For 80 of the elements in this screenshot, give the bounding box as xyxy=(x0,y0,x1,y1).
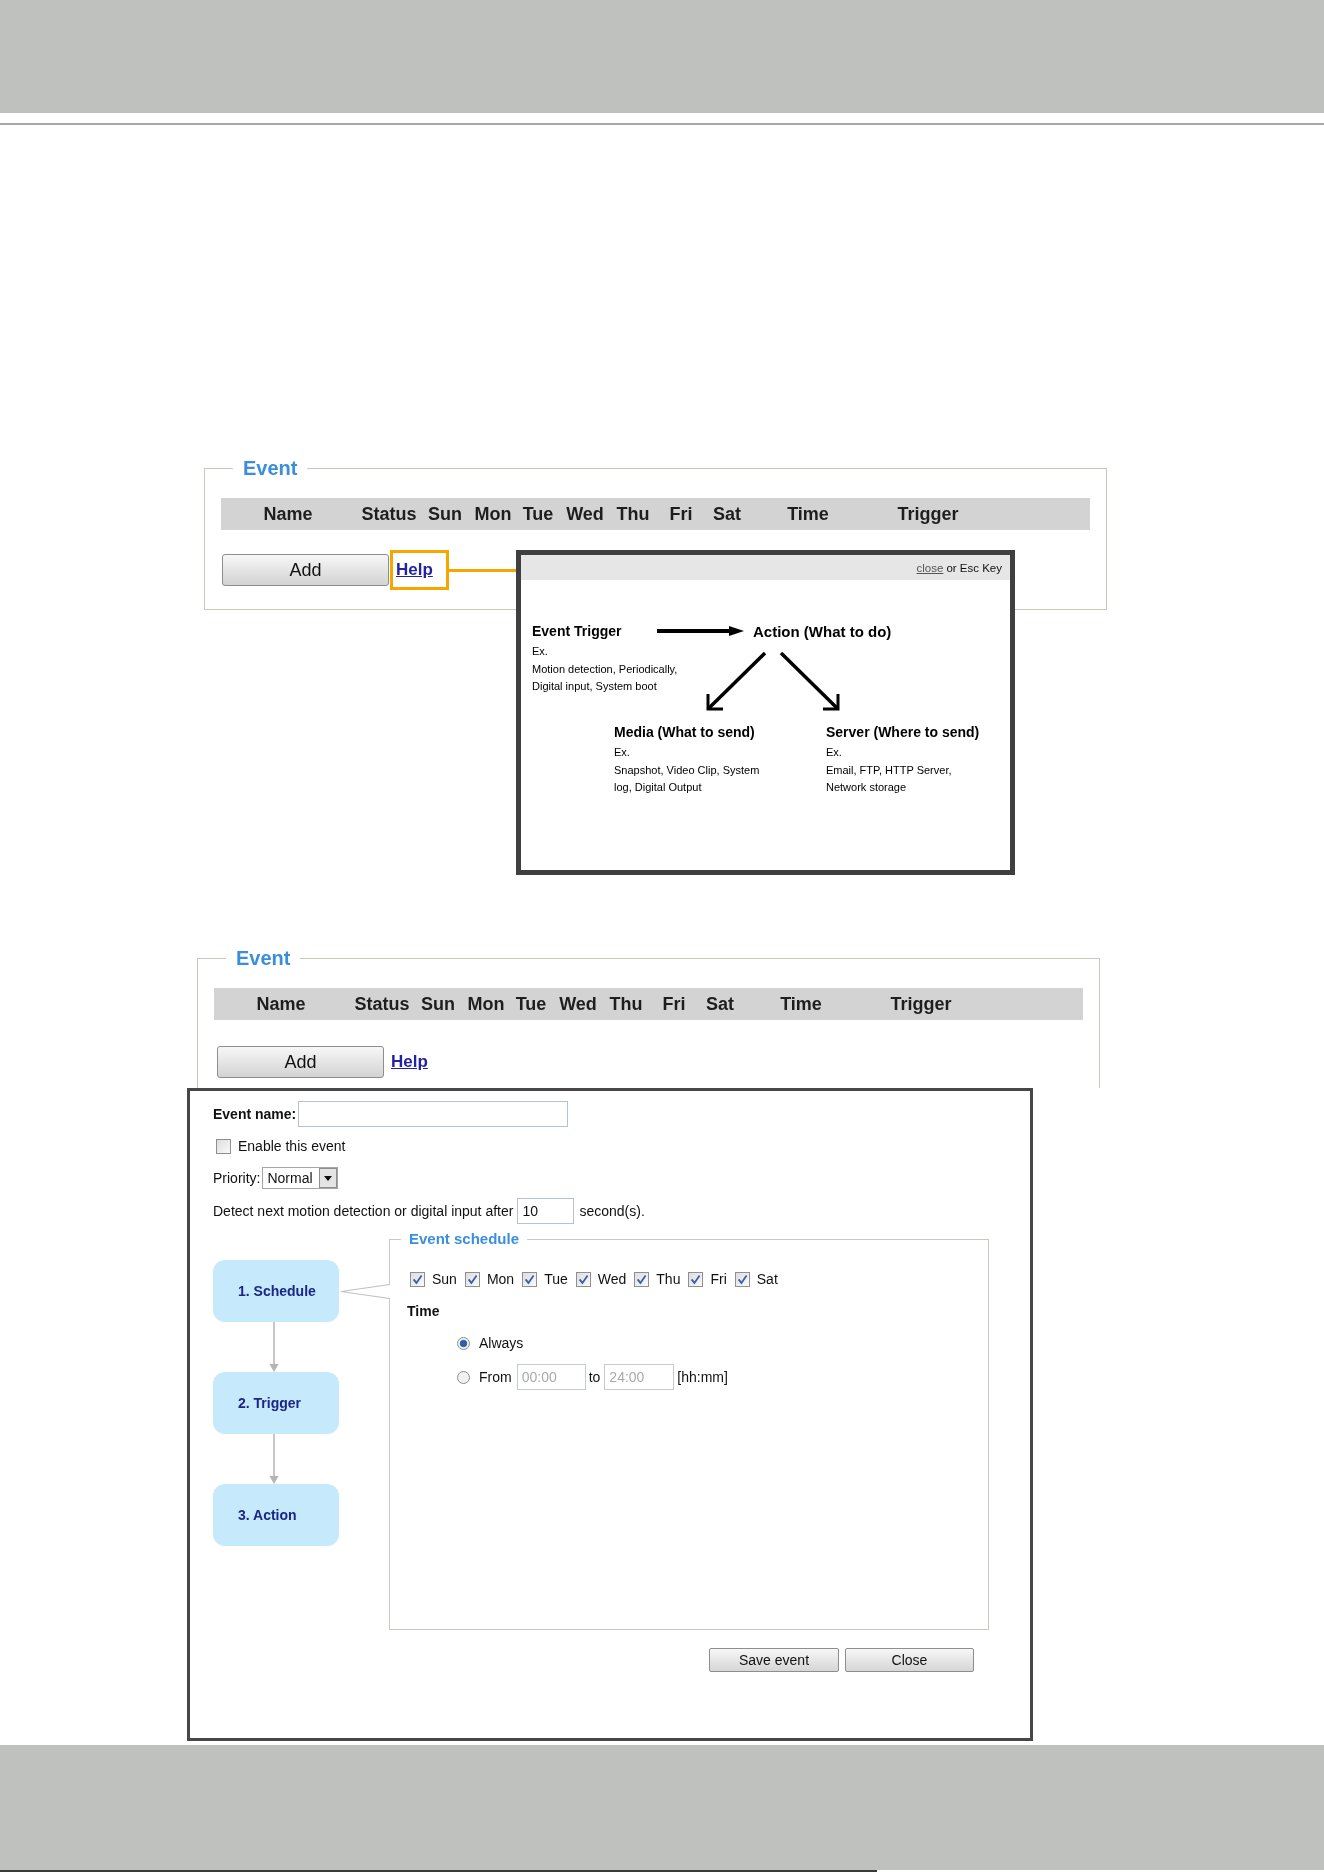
checkbox[interactable] xyxy=(522,1271,538,1287)
column-header: Mon xyxy=(467,993,505,1015)
column-header: Sat xyxy=(713,503,741,525)
event-name-input[interactable] xyxy=(298,1101,569,1127)
checkbox-label: Tue xyxy=(544,1271,568,1287)
column-header: Tue xyxy=(515,993,547,1015)
checkbox[interactable] xyxy=(734,1271,750,1287)
checkbox[interactable] xyxy=(464,1271,480,1287)
save-button[interactable]: Save event xyxy=(709,1648,839,1672)
step-button[interactable]: 3. Action xyxy=(213,1484,339,1546)
column-header: Wed xyxy=(559,993,597,1015)
node-title: Event Trigger xyxy=(532,622,622,640)
node-title: Action (What to do) xyxy=(753,622,892,642)
checkbox-label: Mon xyxy=(486,1271,515,1287)
column-header: Thu xyxy=(609,993,643,1015)
column-header: Fri xyxy=(669,503,693,525)
column-header: Fri xyxy=(662,993,686,1015)
add-button[interactable]: Add xyxy=(217,1046,384,1078)
checkbox[interactable] xyxy=(216,1138,231,1154)
close-link[interactable]: close xyxy=(916,560,944,575)
example-text: Snapshot, Video Clip, System log, Digital Output xyxy=(614,762,761,795)
field-label: Event name: xyxy=(213,1106,297,1122)
close-button[interactable]: Close xyxy=(845,1648,974,1672)
column-header: Thu xyxy=(616,503,650,525)
down-right-arrow xyxy=(778,651,842,713)
field-label: Priority: xyxy=(213,1170,261,1186)
down-left-arrow xyxy=(704,651,768,713)
close-hint: or Esc Key xyxy=(946,560,1002,575)
node-title: Server (Where to send) xyxy=(826,723,980,741)
radio-label: From xyxy=(479,1369,512,1385)
column-header: Status xyxy=(354,993,410,1015)
connector-arrow xyxy=(268,1322,280,1372)
column-header: Sun xyxy=(421,993,455,1015)
checkbox-label: Sat xyxy=(756,1271,778,1287)
section-title: Event xyxy=(242,457,299,479)
section-title: Event schedule xyxy=(408,1231,521,1247)
checkbox-label: Enable this event xyxy=(238,1138,346,1154)
checkbox[interactable] xyxy=(575,1271,591,1287)
radio-label: Always xyxy=(479,1335,524,1351)
checkbox-label: Fri xyxy=(710,1271,727,1287)
checkbox-label: Wed xyxy=(597,1271,627,1287)
example-label: Ex. xyxy=(614,745,630,760)
node-title: Media (What to send) xyxy=(614,723,755,741)
checkbox[interactable] xyxy=(410,1271,425,1287)
column-header: Name xyxy=(263,503,313,525)
time-label: Time xyxy=(407,1303,440,1319)
caret-icon xyxy=(319,1168,338,1188)
radio-button[interactable] xyxy=(457,1336,470,1350)
priority-select[interactable]: Normal xyxy=(262,1167,339,1189)
step-button[interactable]: 1. Schedule xyxy=(213,1260,339,1322)
field-label: Detect next motion detection or digital input after xyxy=(213,1203,514,1219)
checkbox-label: Thu xyxy=(656,1271,681,1287)
connector-arrow xyxy=(268,1434,280,1484)
column-header: Time xyxy=(787,503,829,525)
column-header: Status xyxy=(361,503,417,525)
section-title: Event xyxy=(235,947,292,969)
add-button[interactable]: Add xyxy=(222,554,389,586)
example-text: Email, FTP, HTTP Server, Network storage xyxy=(826,762,953,795)
help-link[interactable]: Help xyxy=(396,560,433,580)
help-link[interactable]: Help xyxy=(391,1052,428,1072)
column-header: Sun xyxy=(428,503,462,525)
column-header: Name xyxy=(256,993,306,1015)
example-label: Ex. xyxy=(532,644,548,659)
range-label: to xyxy=(588,1369,601,1385)
column-header: Trigger xyxy=(897,503,959,525)
checkbox[interactable] xyxy=(634,1271,650,1287)
interval-input[interactable]: 10 xyxy=(517,1198,575,1224)
column-header: Trigger xyxy=(890,993,952,1015)
example-label: Ex. xyxy=(826,745,842,760)
column-header: Time xyxy=(780,993,822,1015)
checkbox[interactable] xyxy=(688,1271,704,1287)
step-button[interactable]: 2. Trigger xyxy=(213,1372,339,1434)
column-header: Mon xyxy=(474,503,512,525)
unit-label: second(s). xyxy=(579,1203,645,1219)
column-header: Sat xyxy=(706,993,734,1015)
column-header: Tue xyxy=(522,503,554,525)
column-header: Wed xyxy=(566,503,604,525)
checkbox-label: Sun xyxy=(432,1271,457,1287)
format-label: [hh:mm] xyxy=(677,1369,728,1385)
example-text: Motion detection, Periodically, Digital input, System boot xyxy=(532,661,679,694)
